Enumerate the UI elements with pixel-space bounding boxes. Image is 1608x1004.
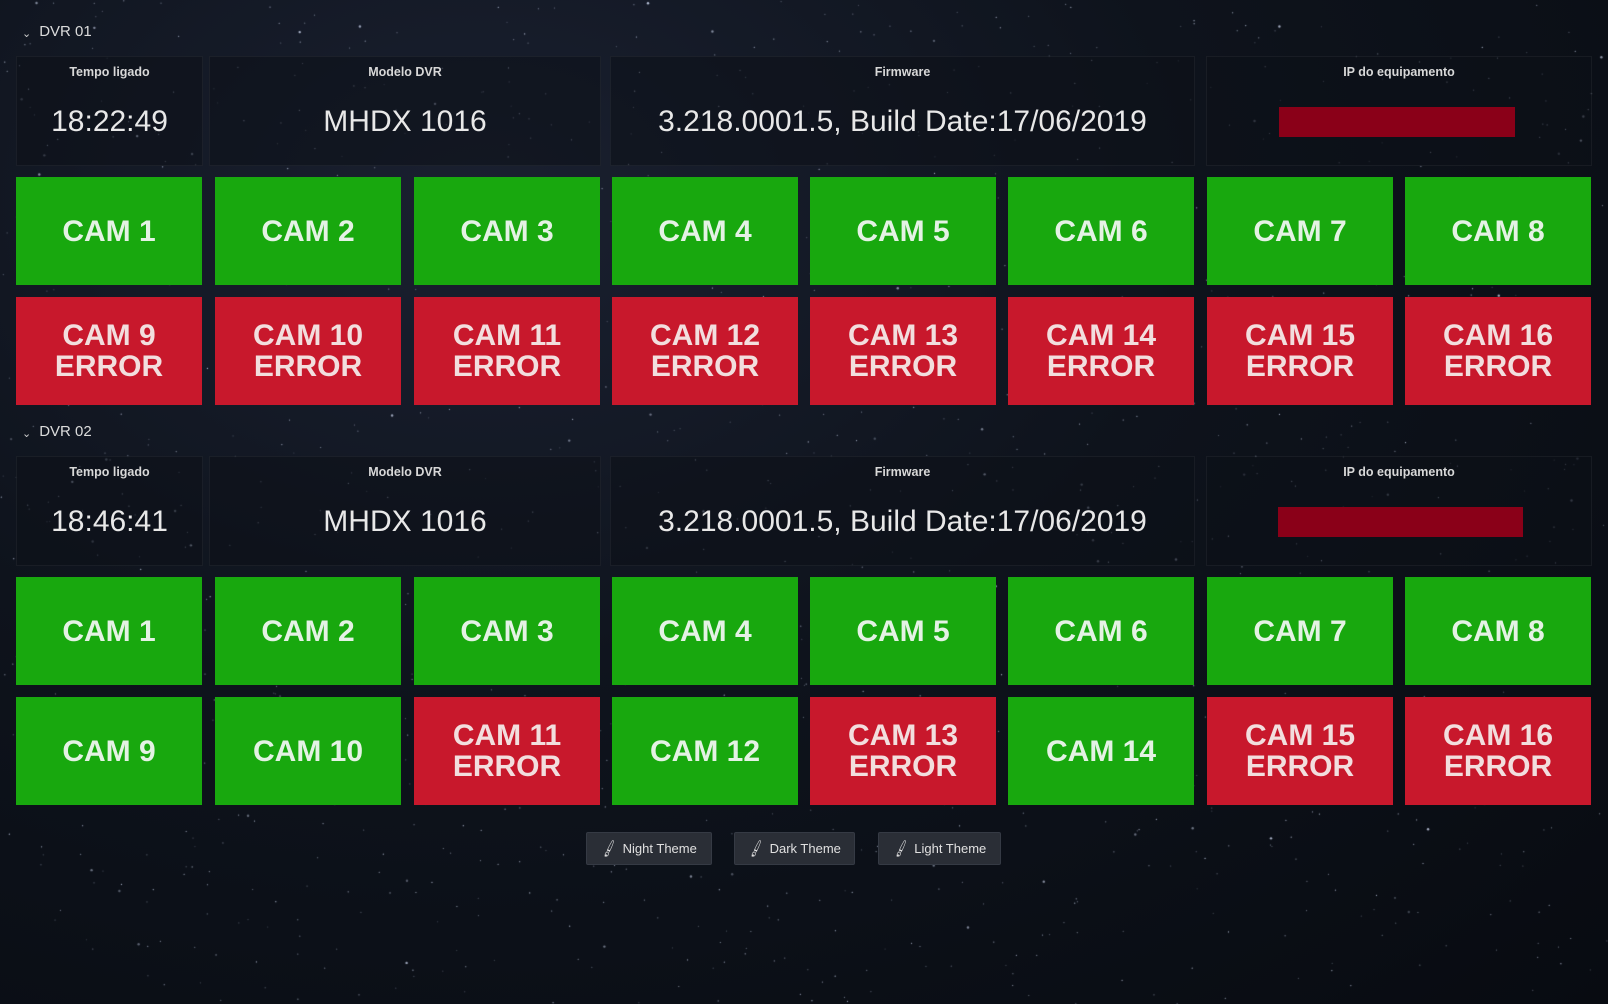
dvr-2-cam-12-tile[interactable]: CAM 12 [612,697,798,805]
ip-title: IP do equipamento [1343,65,1455,79]
ip-redacted-bar [1278,507,1523,537]
dvr-02-ip-panel: IP do equipamento [1206,456,1592,566]
firmware-value: 3.218.0001.5, Build Date:17/06/2019 [658,505,1147,538]
dvr-1-cam-14-tile[interactable]: CAM 14 ERROR [1008,297,1194,405]
dvr-1-cam-11-tile[interactable]: CAM 11 ERROR [414,297,600,405]
ip-redacted-bar [1279,107,1515,137]
dvr-1-cam-10-tile[interactable]: CAM 10 ERROR [215,297,401,405]
dvr-02-model-panel: Modelo DVR MHDX 1016 [209,456,601,566]
dvr-01-toggle[interactable]: ⌄ DVR 01 [22,21,92,41]
model-title: Modelo DVR [368,465,442,479]
dvr-2-cam-3-tile[interactable]: CAM 3 [414,577,600,685]
dvr-02-title: DVR 02 [39,422,92,440]
dvr-2-cam-7-tile[interactable]: CAM 7 [1207,577,1393,685]
dvr-2-cam-8-tile[interactable]: CAM 8 [1405,577,1591,685]
dark-theme-button[interactable]: 🖌︎ Dark Theme [734,832,855,865]
dvr-1-cam-9-tile[interactable]: CAM 9 ERROR [16,297,202,405]
dvr-02-firmware-panel: Firmware 3.218.0001.5, Build Date:17/06/… [610,456,1195,566]
chevron-down-icon: ⌄ [22,427,32,440]
model-value: MHDX 1016 [323,105,487,138]
uptime-title: Tempo ligado [69,465,150,479]
dvr-2-cam-9-tile[interactable]: CAM 9 [16,697,202,805]
ip-title: IP do equipamento [1343,465,1455,479]
uptime-value: 18:46:41 [51,505,168,538]
dvr-01-title: DVR 01 [39,22,92,40]
dvr-2-cam-6-tile[interactable]: CAM 6 [1008,577,1194,685]
dvr-01-firmware-panel: Firmware 3.218.0001.5, Build Date:17/06/… [610,56,1195,166]
dvr-2-cam-2-tile[interactable]: CAM 2 [215,577,401,685]
dvr-1-cam-15-tile[interactable]: CAM 15 ERROR [1207,297,1393,405]
dvr-2-cam-13-tile[interactable]: CAM 13 ERROR [810,697,996,805]
model-title: Modelo DVR [368,65,442,79]
light-theme-button[interactable]: 🖌︎ Light Theme [878,832,1001,865]
dvr-2-cam-5-tile[interactable]: CAM 5 [810,577,996,685]
dvr-1-cam-4-tile[interactable]: CAM 4 [612,177,798,285]
brush-icon: 🖌︎ [598,838,620,858]
dvr-1-cam-6-tile[interactable]: CAM 6 [1008,177,1194,285]
firmware-value: 3.218.0001.5, Build Date:17/06/2019 [658,105,1147,138]
dvr-2-cam-11-tile[interactable]: CAM 11 ERROR [414,697,600,805]
dvr-2-cam-15-tile[interactable]: CAM 15 ERROR [1207,697,1393,805]
chevron-down-icon: ⌄ [22,27,32,40]
dvr-1-cam-1-tile[interactable]: CAM 1 [16,177,202,285]
dvr-1-cam-12-tile[interactable]: CAM 12 ERROR [612,297,798,405]
dark-theme-label: Dark Theme [769,841,841,856]
dvr-2-cam-4-tile[interactable]: CAM 4 [612,577,798,685]
dvr-2-cam-10-tile[interactable]: CAM 10 [215,697,401,805]
firmware-title: Firmware [874,465,931,479]
uptime-value: 18:22:49 [51,105,168,138]
dvr-1-cam-16-tile[interactable]: CAM 16 ERROR [1405,297,1591,405]
dvr-2-cam-1-tile[interactable]: CAM 1 [16,577,202,685]
dvr-2-cam-14-tile[interactable]: CAM 14 [1008,697,1194,805]
dvr-1-cam-7-tile[interactable]: CAM 7 [1207,177,1393,285]
dvr-01-ip-panel: IP do equipamento [1206,56,1592,166]
dvr-01-model-panel: Modelo DVR MHDX 1016 [209,56,601,166]
uptime-title: Tempo ligado [69,65,150,79]
dvr-1-cam-5-tile[interactable]: CAM 5 [810,177,996,285]
dvr-2-cam-16-tile[interactable]: CAM 16 ERROR [1405,697,1591,805]
dvr-02-toggle[interactable]: ⌄ DVR 02 [22,421,92,441]
dvr-1-cam-8-tile[interactable]: CAM 8 [1405,177,1591,285]
dvr-1-cam-2-tile[interactable]: CAM 2 [215,177,401,285]
dvr-01-uptime-panel: Tempo ligado 18:22:49 [16,56,203,166]
model-value: MHDX 1016 [323,505,487,538]
dvr-1-cam-13-tile[interactable]: CAM 13 ERROR [810,297,996,405]
night-theme-button[interactable]: 🖌︎ Night Theme [586,832,712,865]
dvr-02-uptime-panel: Tempo ligado 18:46:41 [16,456,203,566]
dvr-1-cam-3-tile[interactable]: CAM 3 [414,177,600,285]
brush-icon: 🖌︎ [890,838,912,858]
night-theme-label: Night Theme [622,841,697,856]
brush-icon: 🖌︎ [745,838,767,858]
light-theme-label: Light Theme [914,841,987,856]
firmware-title: Firmware [874,65,931,79]
